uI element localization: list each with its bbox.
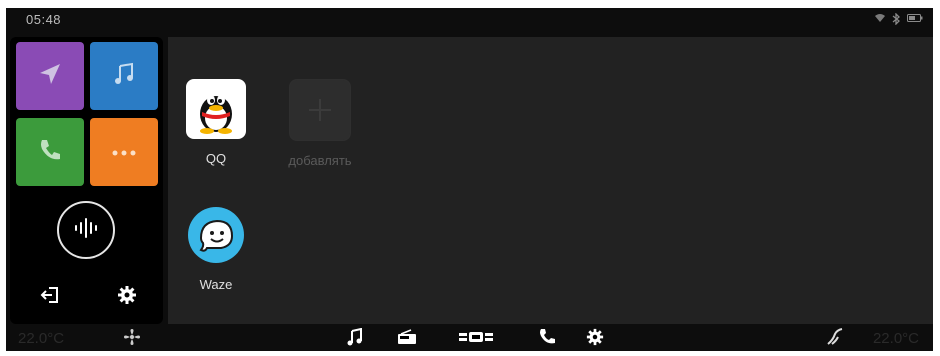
car-display-screen: 05:48 QQ добавлять Waze 22.0°C 22.0°C	[6, 8, 933, 351]
wifi-icon	[874, 13, 886, 28]
app-qq[interactable]: QQ	[176, 79, 256, 166]
phone-tile[interactable]	[16, 118, 84, 186]
settings-gear-icon	[586, 328, 604, 351]
clock: 05:48	[26, 12, 62, 27]
passenger-temperature[interactable]: 22.0°C	[873, 330, 919, 347]
app-label-qq: QQ	[205, 151, 227, 166]
music-button[interactable]	[344, 327, 366, 351]
voice-assistant-icon	[73, 217, 99, 244]
plus-icon	[289, 79, 351, 141]
seat-heat-icon	[825, 327, 845, 351]
status-bar: 05:48	[6, 8, 933, 32]
settings-gear-icon	[117, 285, 137, 310]
seat-heat-button[interactable]	[824, 327, 846, 351]
left-shortcut-panel	[10, 37, 163, 324]
voice-assistant-button[interactable]	[57, 201, 115, 259]
fan-button[interactable]	[121, 328, 143, 350]
radio-icon	[397, 328, 417, 350]
navigation-tile[interactable]	[16, 42, 84, 110]
settings-button[interactable]	[112, 282, 142, 312]
app-label-waze: Waze	[199, 277, 233, 292]
car-icon	[458, 330, 494, 349]
navigation-arrow-icon	[37, 61, 63, 92]
settings-button-bottom[interactable]	[584, 328, 606, 350]
more-dots-icon	[111, 143, 137, 161]
exit-button[interactable]	[35, 282, 65, 312]
app-waze[interactable]: Waze	[176, 205, 256, 292]
app-launcher-panel: QQ добавлять Waze	[168, 37, 933, 324]
music-note-icon	[346, 327, 364, 351]
music-tile[interactable]	[90, 42, 158, 110]
phone-button[interactable]	[536, 328, 558, 350]
radio-button[interactable]	[396, 328, 418, 350]
phone-icon	[37, 137, 63, 168]
fan-icon	[123, 328, 141, 351]
battery-icon	[907, 13, 923, 28]
waze-icon	[186, 205, 246, 265]
driver-temperature[interactable]: 22.0°C	[18, 330, 64, 347]
more-tile[interactable]	[90, 118, 158, 186]
app-label-add: добавлять	[288, 153, 352, 168]
phone-icon	[538, 328, 556, 351]
status-icons	[874, 12, 923, 28]
bluetooth-icon	[892, 12, 901, 28]
bottom-control-bar: 22.0°C 22.0°C	[6, 326, 933, 351]
qq-penguin-icon	[186, 79, 246, 139]
exit-icon	[40, 285, 60, 310]
music-note-icon	[112, 62, 136, 91]
car-button[interactable]	[456, 328, 496, 350]
add-app-button[interactable]: добавлять	[264, 79, 376, 168]
